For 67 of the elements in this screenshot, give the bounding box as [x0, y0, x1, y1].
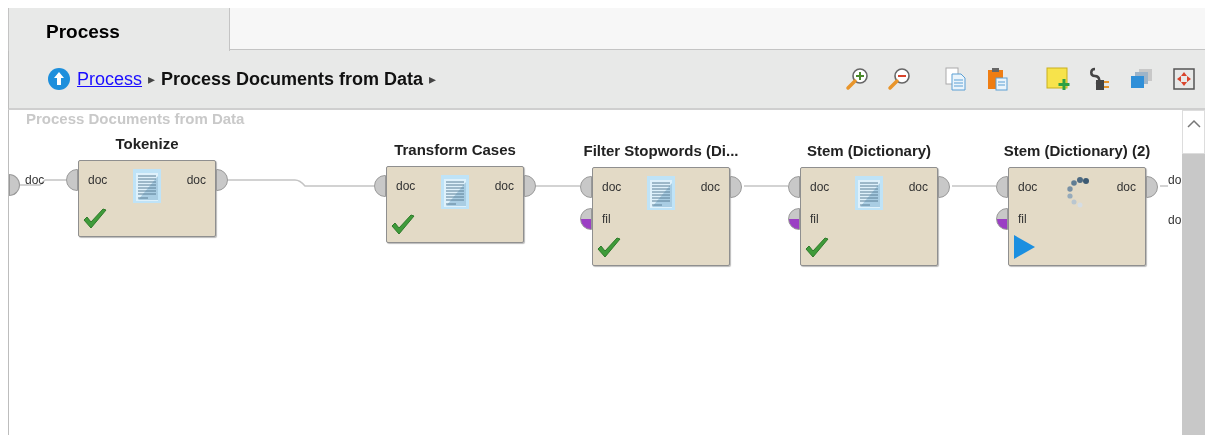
input-port[interactable] [580, 208, 592, 230]
port-label: do [1168, 172, 1182, 189]
port-label: fil [810, 211, 819, 228]
port-label: doc [25, 172, 45, 189]
document-icon [854, 175, 884, 211]
breadcrumb-link[interactable]: Process [77, 65, 143, 93]
document-icon [440, 174, 470, 210]
add-note-icon[interactable] [1045, 66, 1071, 92]
breadcrumb-separator: ▸ [148, 69, 156, 89]
output-port[interactable] [938, 176, 950, 198]
operator-box[interactable] [592, 167, 730, 266]
input-port[interactable] [788, 208, 800, 230]
input-port[interactable] [374, 175, 386, 197]
paste-icon[interactable] [985, 66, 1011, 92]
operator-name: Tokenize [114, 134, 180, 154]
connector-line [951, 185, 997, 187]
breadcrumb-current: Process Documents from Data [161, 67, 424, 91]
port-label: fil [1018, 211, 1027, 228]
operator-box[interactable] [78, 160, 216, 237]
input-port[interactable] [66, 169, 78, 191]
operator-name: Stem (Dictionary) (2) [1002, 141, 1152, 161]
document-icon [646, 175, 676, 211]
connector-line [1159, 185, 1169, 187]
port-label: doc [1115, 179, 1136, 196]
scroll-up-button[interactable] [1182, 110, 1205, 154]
operator-box[interactable] [1008, 167, 1146, 266]
document-icon [132, 168, 162, 204]
input-port[interactable] [996, 176, 1008, 198]
breadcrumb-separator: ▸ [429, 69, 437, 89]
port-label: doc [907, 179, 928, 196]
copy-icon[interactable] [943, 66, 969, 92]
operator-box[interactable] [386, 166, 524, 243]
port-label: doc [185, 172, 206, 189]
caret-up-icon [1186, 119, 1201, 128]
output-port[interactable] [1146, 176, 1158, 198]
zoom-out-icon[interactable] [887, 66, 913, 92]
connector-line [743, 185, 789, 187]
play-icon[interactable] [1012, 234, 1036, 260]
output-port[interactable] [524, 175, 536, 197]
operator-name: Filter Stopwords (Di... [582, 141, 740, 161]
fit-to-window-icon[interactable] [1171, 66, 1197, 92]
port-label: doc [1018, 179, 1038, 196]
input-port[interactable] [996, 208, 1008, 230]
input-port[interactable] [788, 176, 800, 198]
output-port[interactable] [216, 169, 228, 191]
input-port[interactable] [9, 174, 20, 196]
port-label: doc [396, 178, 416, 195]
port-label: doc [493, 178, 514, 195]
port-label: fil [602, 211, 611, 228]
zoom-in-icon[interactable] [845, 66, 871, 92]
port-label: doc [602, 179, 622, 196]
check-icon [390, 213, 416, 237]
operator-name: Transform Cases [393, 140, 517, 160]
process-tab[interactable]: Process [8, 8, 230, 51]
scrollbar[interactable] [1182, 154, 1205, 435]
check-icon [596, 236, 622, 260]
connector-line [535, 185, 581, 187]
port-label: do [1168, 212, 1182, 229]
operator-box[interactable] [800, 167, 938, 266]
check-icon [82, 207, 108, 231]
port-label: doc [810, 179, 830, 196]
port-label: doc [699, 179, 720, 196]
port-label: doc [88, 172, 108, 189]
operator-name: Stem (Dictionary) [805, 141, 933, 161]
input-port[interactable] [580, 176, 592, 198]
output-port[interactable] [730, 176, 742, 198]
check-icon [804, 236, 830, 260]
